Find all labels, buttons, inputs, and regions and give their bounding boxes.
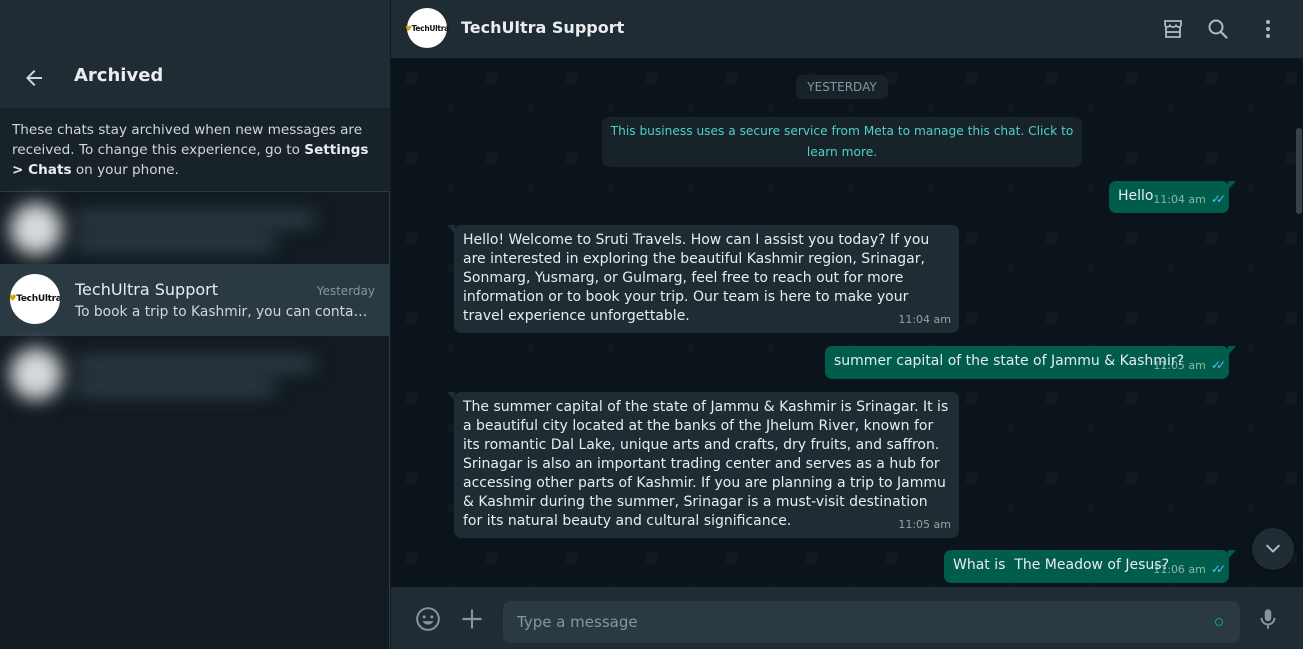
message-time: 11:05 am bbox=[1153, 359, 1206, 372]
blurred-chat-row[interactable] bbox=[0, 338, 390, 410]
scrollbar[interactable] bbox=[1296, 128, 1302, 214]
chevron-down-icon bbox=[1266, 544, 1280, 553]
blurred-chat-row[interactable] bbox=[0, 193, 390, 265]
message-meta: 11:05 am bbox=[898, 515, 951, 534]
archived-sidebar: Archived These chats stay archived when … bbox=[0, 0, 390, 649]
message-time: 11:04 am bbox=[898, 313, 951, 326]
message-meta: 11:04 am bbox=[898, 310, 951, 329]
chat-preview: To book a trip to Kashmir, you can conta… bbox=[75, 304, 373, 320]
avatar bbox=[10, 348, 62, 400]
scroll-to-bottom-button[interactable] bbox=[1252, 528, 1294, 570]
menu-icon[interactable] bbox=[1256, 17, 1280, 41]
double-check-icon: ✓✓ bbox=[1210, 358, 1226, 372]
contact-name[interactable]: TechUltra Support bbox=[461, 18, 624, 37]
conversation-panel: ♥TechUltra TechUltra Support YESTERDAY T… bbox=[391, 0, 1303, 649]
double-check-icon: ✓✓ bbox=[1210, 192, 1226, 206]
avatar: ♥TechUltra bbox=[10, 274, 60, 324]
chat-list-item-techultra[interactable]: ♥TechUltra TechUltra Support Yesterday T… bbox=[0, 264, 390, 336]
composer-bar bbox=[391, 587, 1303, 649]
archive-note-suffix: on your phone. bbox=[71, 162, 179, 178]
sidebar-header: Archived bbox=[0, 0, 390, 108]
message-time: 11:05 am bbox=[898, 518, 951, 531]
message-meta: 11:04 am ✓✓ bbox=[1153, 190, 1226, 209]
shop-icon[interactable] bbox=[1161, 17, 1185, 41]
message-list[interactable]: YESTERDAY This business uses a secure se… bbox=[391, 58, 1303, 587]
microphone-icon[interactable] bbox=[1255, 606, 1281, 632]
archive-note: These chats stay archived when new messa… bbox=[0, 108, 390, 192]
sidebar-title: Archived bbox=[74, 65, 164, 86]
message-text: The summer capital of the state of Jammu… bbox=[463, 399, 949, 529]
message-meta: 11:05 am ✓✓ bbox=[1153, 356, 1226, 375]
message-time: 11:04 am bbox=[1153, 193, 1206, 206]
emoji-icon[interactable] bbox=[415, 606, 441, 632]
incoming-message[interactable]: The summer capital of the state of Jammu… bbox=[447, 392, 959, 538]
outgoing-message[interactable]: summer capital of the state of Jammu & K… bbox=[825, 346, 1236, 379]
encryption-notice[interactable]: This business uses a secure service from… bbox=[602, 117, 1082, 167]
outgoing-message[interactable]: Hello 11:04 am ✓✓ bbox=[1109, 181, 1236, 213]
message-meta: 11:06 am ✓✓ bbox=[1153, 560, 1226, 579]
back-arrow-icon[interactable] bbox=[22, 66, 46, 90]
attach-plus-icon[interactable] bbox=[459, 606, 485, 632]
techultra-logo: ♥TechUltra bbox=[10, 294, 60, 304]
status-dot bbox=[1215, 618, 1223, 626]
chat-name: TechUltra Support bbox=[75, 280, 218, 299]
message-time: 11:06 am bbox=[1153, 563, 1206, 576]
avatar bbox=[10, 203, 62, 255]
outgoing-message[interactable]: What is The Meadow of Jesus? 11:06 am ✓✓ bbox=[944, 550, 1236, 583]
date-divider: YESTERDAY bbox=[796, 75, 888, 99]
message-text: Hello! Welcome to Sruti Travels. How can… bbox=[463, 232, 930, 324]
chat-time: Yesterday bbox=[316, 284, 375, 298]
double-check-icon: ✓✓ bbox=[1210, 562, 1226, 576]
techultra-logo: ♥TechUltra bbox=[405, 23, 449, 33]
avatar[interactable]: ♥TechUltra bbox=[405, 8, 449, 48]
message-input[interactable] bbox=[503, 601, 1240, 643]
conversation-header[interactable]: ♥TechUltra TechUltra Support bbox=[391, 0, 1303, 58]
incoming-message[interactable]: Hello! Welcome to Sruti Travels. How can… bbox=[447, 225, 959, 333]
search-icon[interactable] bbox=[1206, 17, 1230, 41]
